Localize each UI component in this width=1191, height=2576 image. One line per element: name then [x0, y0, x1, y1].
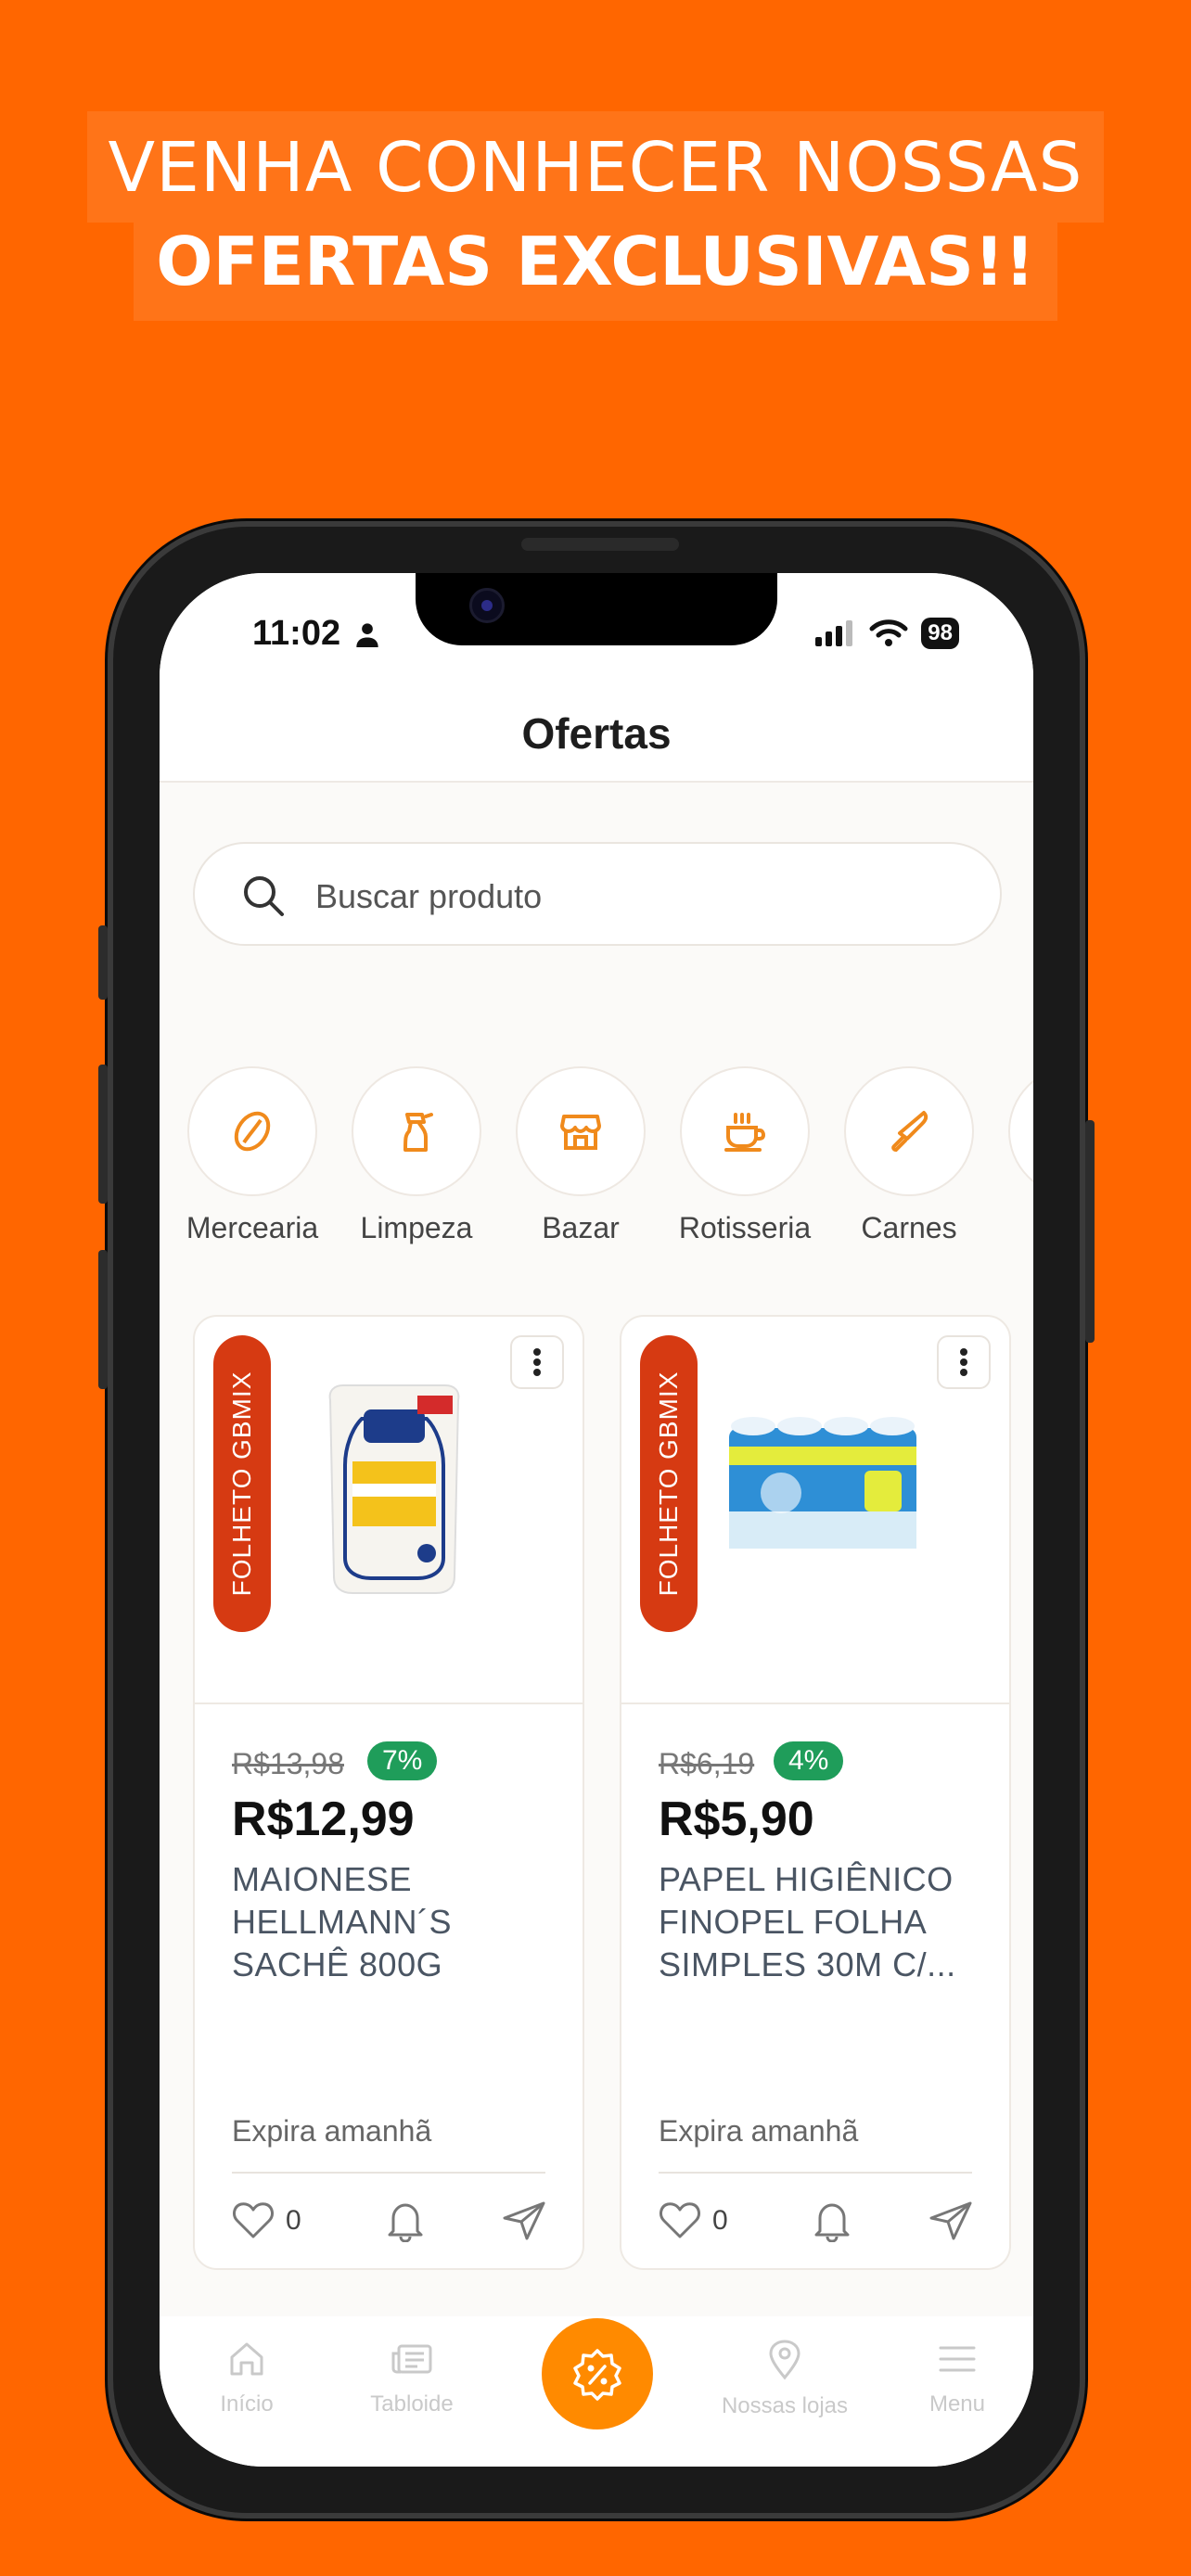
- volume-up-button: [98, 1065, 108, 1204]
- old-price: R$6,19: [659, 1747, 755, 1780]
- page-header: Ofertas: [160, 684, 1033, 783]
- page-title: Ofertas: [521, 709, 672, 758]
- signal-icon: [815, 620, 853, 646]
- like-count: 0: [286, 2205, 301, 2236]
- more-options-button[interactable]: [937, 1335, 991, 1389]
- category-mercearia[interactable]: Mercearia: [178, 1066, 327, 1245]
- expiry-text: Expira amanhã: [232, 2114, 432, 2148]
- category-label: Carnes: [861, 1211, 957, 1244]
- heart-icon[interactable]: [232, 2201, 275, 2240]
- product-image-area: FOLHETO GBMIX: [621, 1317, 1009, 1704]
- tab-nossas-lojas[interactable]: Nossas lojas: [711, 2339, 859, 2419]
- bell-icon[interactable]: [386, 2200, 425, 2242]
- tab-menu[interactable]: Menu: [883, 2339, 1031, 2417]
- product-card[interactable]: FOLHETO GBMIX R$6,19 4% R$5,90 PAPEL HIG…: [620, 1315, 1011, 2270]
- offers-center-button[interactable]: [542, 2318, 653, 2429]
- kebab-icon: [533, 1348, 541, 1376]
- flyer-ribbon: FOLHETO GBMIX: [213, 1335, 271, 1632]
- old-price: R$13,98: [232, 1747, 344, 1780]
- search-icon: [244, 876, 284, 916]
- category-carnes[interactable]: Carnes: [835, 1066, 983, 1245]
- share-icon[interactable]: [929, 2201, 972, 2240]
- bottom-tab-bar: Início Tabloide Nossas lojas Menu: [160, 2316, 1033, 2467]
- card-actions: 0: [659, 2196, 972, 2251]
- heart-icon[interactable]: [659, 2201, 701, 2240]
- spray-bottle-icon: [403, 1113, 433, 1152]
- coffee-bean-icon: [234, 1111, 271, 1152]
- card-divider: [232, 2172, 545, 2174]
- home-icon: [230, 2342, 263, 2376]
- app-screen: 11:02 98 Ofertas Buscar produto Merceari…: [160, 573, 1033, 2467]
- like-count: 0: [712, 2205, 728, 2236]
- tab-label: Menu: [928, 2391, 986, 2417]
- notch: [416, 573, 777, 645]
- volume-down-button: [98, 1250, 108, 1389]
- bell-icon[interactable]: [813, 2200, 852, 2242]
- price: R$12,99: [232, 1792, 415, 1846]
- more-options-button[interactable]: [510, 1335, 564, 1389]
- phone-speaker: [521, 538, 679, 551]
- newspaper-icon: [391, 2344, 432, 2374]
- menu-icon: [939, 2346, 976, 2372]
- tab-label: Tabloide: [370, 2391, 454, 2417]
- status-time: 11:02: [252, 614, 341, 653]
- power-button: [1085, 1120, 1095, 1343]
- category-rotisseria[interactable]: Rotisseria: [671, 1066, 819, 1245]
- product-name: MAIONESE HELLMANN´S SACHÊ 800G: [232, 1860, 453, 1983]
- person-icon: [356, 623, 378, 647]
- category-more[interactable]: [999, 1066, 1033, 1196]
- category-label: Bazar: [542, 1211, 620, 1244]
- product-name: PAPEL HIGIÊNICO FINOPEL FOLHA SIMPLES 30…: [659, 1860, 956, 1983]
- category-label: Mercearia: [186, 1211, 319, 1244]
- price: R$5,90: [659, 1792, 814, 1846]
- discount-badge-icon: [573, 2349, 621, 2401]
- product-image-area: FOLHETO GBMIX: [195, 1317, 583, 1704]
- category-label: Rotisseria: [678, 1211, 812, 1244]
- tab-label: Nossas lojas: [721, 2393, 849, 2418]
- card-actions: 0: [232, 2196, 545, 2251]
- flyer-ribbon: FOLHETO GBMIX: [640, 1335, 698, 1632]
- category-list: Mercearia Limpeza Bazar Rotisseria Carne…: [160, 1066, 1033, 1252]
- discount-badge: 7%: [367, 1741, 438, 1780]
- cup-icon: [724, 1113, 766, 1152]
- front-camera: [469, 588, 505, 623]
- search-input[interactable]: Buscar produto: [193, 842, 1002, 946]
- promo-line-2: OFERTAS EXCLUSIVAS!!: [134, 219, 1057, 321]
- phone-frame: 11:02 98 Ofertas Buscar produto Merceari…: [98, 521, 1095, 2519]
- tab-tabloide[interactable]: Tabloide: [338, 2339, 486, 2417]
- kebab-icon: [960, 1348, 967, 1376]
- tab-label: Início: [220, 2391, 274, 2417]
- share-icon[interactable]: [503, 2201, 545, 2240]
- silent-switch: [98, 925, 108, 1000]
- discount-badge: 4%: [774, 1741, 844, 1780]
- product-card[interactable]: FOLHETO GBMIX R$13,98 7% R$12,99 MAIONES…: [193, 1315, 584, 2270]
- knife-icon: [891, 1111, 928, 1153]
- category-label: Limpeza: [360, 1211, 473, 1244]
- promo-headline: VENHA CONHECER NOSSAS OFERTAS EXCLUSIVAS…: [0, 111, 1191, 321]
- expiry-text: Expira amanhã: [659, 2114, 859, 2148]
- search-placeholder: Buscar produto: [315, 877, 543, 915]
- mayonnaise-image: [325, 1382, 464, 1595]
- tab-inicio[interactable]: Início: [173, 2339, 321, 2417]
- toilet-paper-image: [725, 1409, 920, 1558]
- store-icon: [560, 1115, 601, 1150]
- wifi-icon: [869, 619, 908, 646]
- card-divider: [659, 2172, 972, 2174]
- battery-indicator: 98: [921, 618, 959, 649]
- category-bazar[interactable]: Bazar: [506, 1066, 655, 1245]
- promo-line-1: VENHA CONHECER NOSSAS: [87, 111, 1104, 223]
- category-limpeza[interactable]: Limpeza: [342, 1066, 491, 1245]
- map-pin-icon: [769, 2340, 800, 2380]
